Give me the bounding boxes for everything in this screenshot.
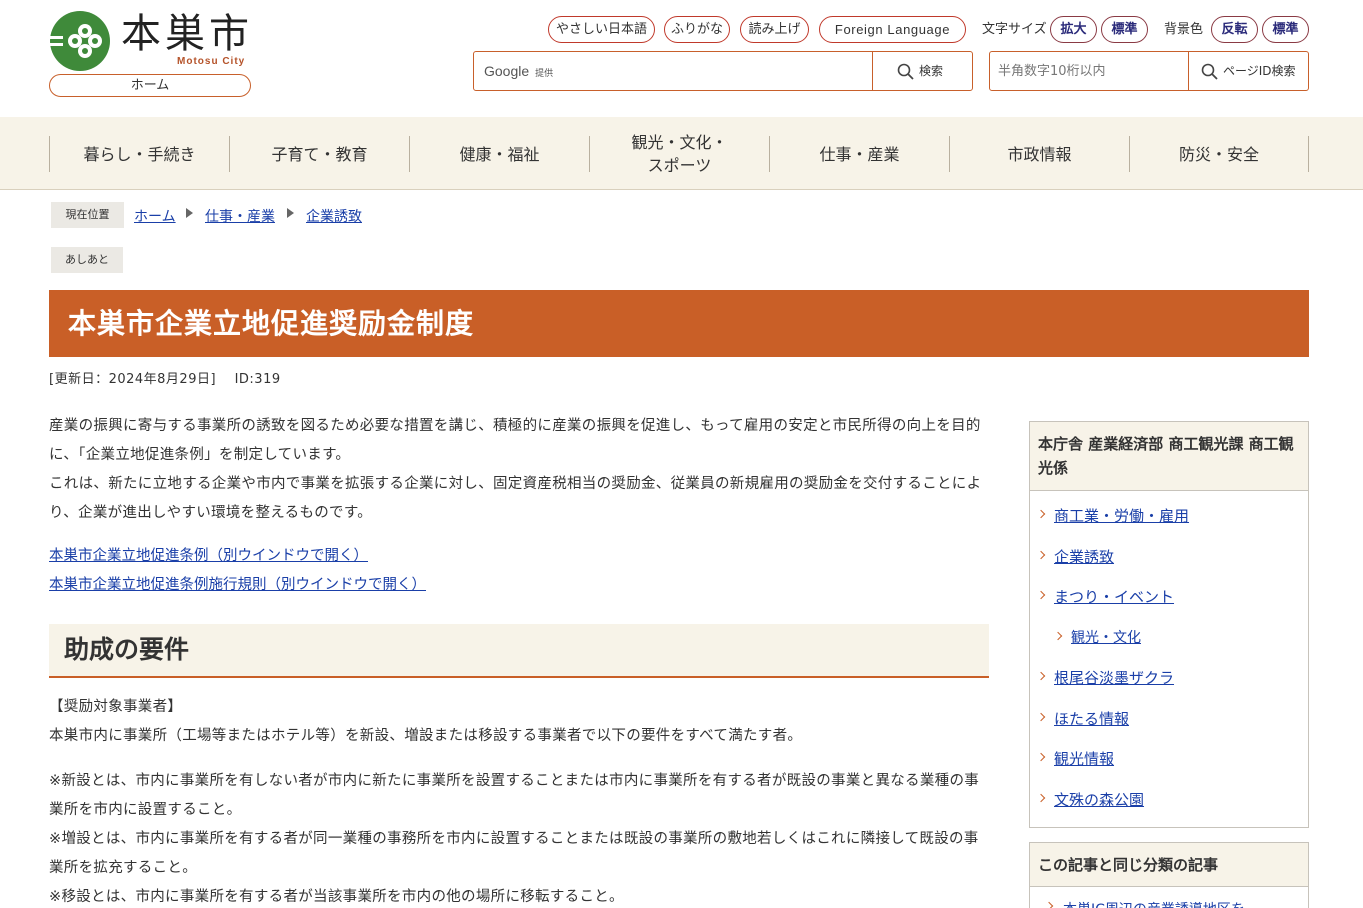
- ordinance-link[interactable]: 本巣市企業立地促進条例（別ウインドウで開く）: [49, 542, 989, 571]
- regulation-link[interactable]: 本巣市企業立地促進条例施行規則（別ウインドウで開く）: [49, 571, 989, 600]
- nav-tourism[interactable]: 観光・文化・ スポーツ: [589, 133, 769, 175]
- nav-business[interactable]: 仕事・産業: [769, 136, 949, 172]
- note-new: ※新設とは、市内に事業所を有しない者が市内に新たに事業所を設置することまたは市内…: [49, 773, 980, 818]
- sidebar-item-corporate[interactable]: 企業誘致: [1030, 540, 1308, 581]
- home-button[interactable]: ホーム: [49, 74, 251, 97]
- easy-japanese-button[interactable]: やさしい日本語: [548, 16, 655, 43]
- chevron-right-icon: [1036, 793, 1046, 802]
- chevron-right-icon: [1036, 509, 1046, 519]
- breadcrumb-arrow-icon: [186, 208, 193, 218]
- city-emblem-icon: [49, 11, 110, 71]
- chevron-right-icon: [1036, 671, 1046, 681]
- breadcrumb-home[interactable]: ホーム: [134, 206, 176, 226]
- chevron-right-icon: [1036, 712, 1046, 721]
- sidebar-item-tourism-info[interactable]: 観光情報: [1030, 742, 1308, 783]
- breadcrumb-corporate[interactable]: 企業誘致: [306, 206, 362, 226]
- update-info: [更新日：2024年8月29日] ID:319: [49, 368, 281, 387]
- site-search-input[interactable]: Google 提供 検索: [473, 51, 973, 91]
- site-name-en: Motosu City: [177, 56, 246, 67]
- chevron-right-icon: [1036, 752, 1046, 762]
- ashiato-label: あしあと: [51, 247, 123, 273]
- requirement-label: 【奨励対象事業者】: [49, 699, 183, 715]
- document-links: 本巣市企業立地促進条例（別ウインドウで開く） 本巣市企業立地促進条例施行規則（別…: [49, 542, 989, 599]
- department-box: 本庁舎 産業経済部 商工観光課 商工観光係 商工業・労働・雇用 企業誘致 まつり…: [1029, 421, 1309, 828]
- foreign-language-button[interactable]: Foreign Language: [819, 16, 966, 43]
- update-date: [更新日：2024年8月29日]: [49, 372, 217, 387]
- breadcrumb-business[interactable]: 仕事・産業: [205, 206, 275, 226]
- nav-living[interactable]: 暮らし・手続き: [49, 136, 229, 172]
- category-list: 商工業・労働・雇用 企業誘致 まつり・イベント 観光・文化 根尾谷淡墨ザクラ ほ…: [1030, 491, 1308, 827]
- chevron-right-icon: [1036, 590, 1046, 600]
- sidebar-item-monju-park[interactable]: 文殊の森公園: [1030, 783, 1308, 824]
- main-content: 産業の振興に寄与する事業所の誘致を図るため必要な措置を講じ、積極的に産業の振興を…: [49, 412, 989, 908]
- related-article-link[interactable]: 本巣IC周辺の産業誘導地区を: [1063, 899, 1245, 908]
- sidebar-item-firefly[interactable]: ほたる情報: [1030, 702, 1308, 743]
- sidebar-item-sakura[interactable]: 根尾谷淡墨ザクラ: [1030, 661, 1308, 702]
- nav-health[interactable]: 健康・福祉: [409, 136, 589, 172]
- read-aloud-button[interactable]: 読み上げ: [740, 16, 809, 43]
- breadcrumb-arrow-icon: [287, 208, 294, 218]
- bg-invert-button[interactable]: 反転: [1211, 16, 1258, 43]
- chevron-right-icon: [1053, 631, 1063, 640]
- department-title: 本庁舎 産業経済部 商工観光課 商工観光係: [1030, 422, 1308, 491]
- note-relocation: ※移設とは、市内に事業所を有する者が当該事業所を市内の他の場所に移転すること。: [49, 889, 624, 905]
- search-icon: [1201, 63, 1218, 80]
- sidebar-item-festival[interactable]: まつり・イベント: [1030, 580, 1308, 621]
- breadcrumb-label: 現在位置: [51, 202, 124, 228]
- page-id-search: ページID検索: [989, 51, 1309, 91]
- global-nav: 暮らし・手続き 子育て・教育 健康・福祉 観光・文化・ スポーツ 仕事・産業 市…: [0, 117, 1363, 190]
- requirement-block: 【奨励対象事業者】 本巣市内に事業所（工場等またはホテル等）を新設、増設または移…: [49, 693, 989, 751]
- site-logo[interactable]: 本巣市 Motosu City ホーム: [49, 10, 253, 98]
- page-title: 本巣市企業立地促進奨励金制度: [49, 290, 1309, 357]
- nav-safety[interactable]: 防災・安全: [1129, 136, 1309, 172]
- chevron-right-icon: [1036, 550, 1046, 559]
- related-articles-box: この記事と同じ分類の記事 本巣IC周辺の産業誘導地区を: [1029, 842, 1309, 908]
- site-name: 本巣市: [121, 11, 253, 57]
- page-id-input[interactable]: [990, 52, 1188, 90]
- site-header: 本巣市 Motosu City ホーム やさしい日本語 ふりがな 読み上げ Fo…: [0, 0, 1363, 117]
- note-expansion: ※増設とは、市内に事業所を有する者が同一業種の事務所を市内に設置することまたは既…: [49, 831, 979, 876]
- search-button[interactable]: 検索: [872, 52, 972, 90]
- furigana-button[interactable]: ふりがな: [664, 16, 730, 43]
- font-larger-button[interactable]: 拡大: [1050, 16, 1097, 43]
- chevron-right-icon: [1044, 901, 1054, 908]
- nav-childcare[interactable]: 子育て・教育: [229, 136, 409, 172]
- requirement-text: 本巣市内に事業所（工場等またはホテル等）を新設、増設または移設する事業者で以下の…: [49, 728, 803, 744]
- intro-paragraph: これは、新たに立地する企業や市内で事業を拡張する企業に対し、固定資産税相当の奨励…: [49, 476, 982, 521]
- page-id: ID:319: [234, 372, 281, 387]
- notes-block: ※新設とは、市内に事業所を有しない者が市内に新たに事業所を設置することまたは市内…: [49, 767, 989, 908]
- font-standard-button[interactable]: 標準: [1101, 16, 1148, 43]
- search-icon: [897, 63, 914, 80]
- bg-standard-button[interactable]: 標準: [1262, 16, 1309, 43]
- font-size-label: 文字サイズ: [982, 22, 1047, 37]
- intro-paragraph: 産業の振興に寄与する事業所の誘致を図るため必要な措置を講じ、積極的に産業の振興を…: [49, 418, 981, 463]
- sidebar-item-tourism-culture[interactable]: 観光・文化: [1030, 621, 1308, 662]
- related-articles-title: この記事と同じ分類の記事: [1030, 843, 1308, 887]
- sidebar-item-commerce[interactable]: 商工業・労働・雇用: [1030, 499, 1308, 540]
- google-provider-label: Google 提供: [484, 63, 554, 79]
- bg-color-label: 背景色: [1164, 22, 1204, 37]
- page-id-search-button[interactable]: ページID検索: [1188, 52, 1308, 90]
- nav-city-info[interactable]: 市政情報: [949, 136, 1129, 172]
- section-heading: 助成の要件: [49, 624, 989, 678]
